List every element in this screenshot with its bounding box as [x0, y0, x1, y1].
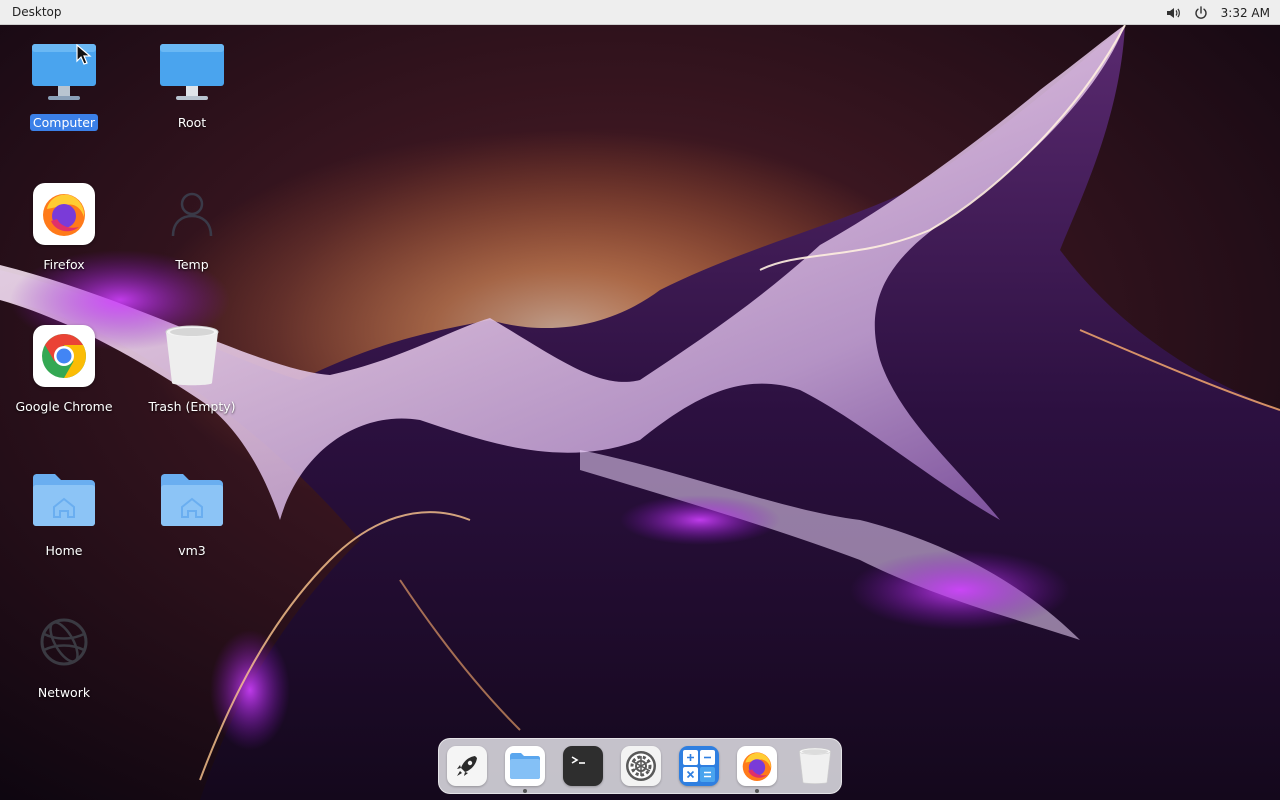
- clock[interactable]: 3:32 AM: [1221, 6, 1270, 20]
- running-indicator: [523, 789, 527, 793]
- computer-icon: [160, 44, 224, 100]
- dock-item-calculator[interactable]: [678, 745, 720, 787]
- power-icon[interactable]: [1193, 5, 1209, 21]
- trash-icon: [799, 747, 831, 784]
- desktop-icon-google-chrome[interactable]: Google Chrome: [8, 320, 120, 430]
- desktop-icon-label: Google Chrome: [15, 399, 113, 414]
- desktop-icon-label: Home: [45, 543, 83, 558]
- dock-item-terminal[interactable]: [562, 745, 604, 787]
- chrome-icon: [42, 334, 86, 378]
- firefox-icon: [742, 752, 772, 781]
- folder-icon: [510, 753, 540, 779]
- mouse-cursor-icon: [76, 44, 92, 65]
- panel-tray: 3:32 AM: [1165, 0, 1270, 25]
- dock-item-trash[interactable]: [794, 745, 836, 787]
- desktop-icon-home[interactable]: Home: [8, 464, 120, 574]
- desktop-icon-label: Root: [177, 115, 207, 130]
- desktop-screen: Desktop 3:32 AM Computer Root Firefox Te…: [0, 0, 1280, 800]
- desktop-icon-label: Computer: [29, 114, 99, 131]
- dock: [438, 738, 842, 794]
- gear-icon: [626, 751, 656, 781]
- dock-item-files[interactable]: [504, 745, 546, 793]
- desktop-icon-computer[interactable]: Computer: [8, 36, 120, 146]
- desktop-icon-label: Temp: [175, 257, 209, 272]
- desktop-icon-firefox[interactable]: Firefox: [8, 178, 120, 288]
- home-folder-icon: [33, 474, 95, 526]
- calculator-icon: [683, 750, 715, 782]
- top-panel: Desktop 3:32 AM: [0, 0, 1280, 25]
- dock-item-launcher[interactable]: [446, 745, 488, 787]
- rocket-icon: [457, 756, 477, 776]
- desktop-icon-root[interactable]: Root: [136, 36, 248, 146]
- user-icon: [171, 192, 213, 237]
- volume-icon[interactable]: [1165, 5, 1181, 21]
- terminal-icon: [571, 756, 585, 764]
- desktop-icon-label: Firefox: [43, 257, 85, 272]
- desktop-icon-label: Trash (Empty): [148, 399, 236, 414]
- desktop-icon-vm3[interactable]: vm3: [136, 464, 248, 574]
- desktop-icon-trash[interactable]: Trash (Empty): [136, 320, 248, 430]
- firefox-icon: [43, 194, 85, 236]
- network-icon: [40, 618, 88, 666]
- desktop-icon-temp[interactable]: Temp: [136, 178, 248, 288]
- desktop-icon-label: vm3: [178, 543, 206, 558]
- desktop-icon-network[interactable]: Network: [8, 606, 120, 716]
- dock-item-settings[interactable]: [620, 745, 662, 787]
- home-folder-icon: [161, 474, 223, 526]
- trash-icon: [165, 325, 219, 386]
- desktop-icon-label: Network: [37, 685, 91, 700]
- dock-item-firefox[interactable]: [736, 745, 778, 793]
- panel-title: Desktop: [12, 5, 62, 19]
- running-indicator: [755, 789, 759, 793]
